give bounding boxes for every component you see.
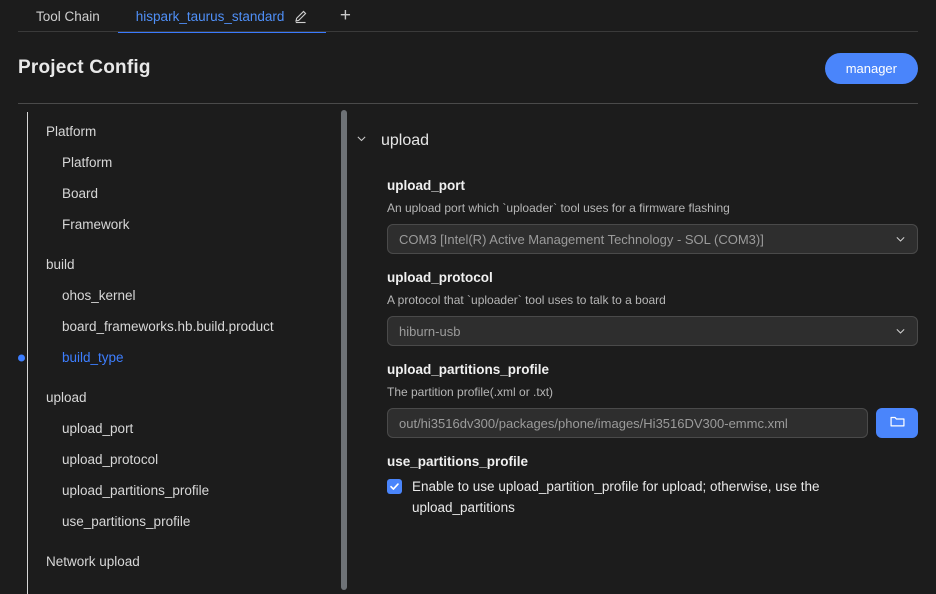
- control-row: hiburn-usb: [387, 316, 918, 346]
- manager-button[interactable]: manager: [825, 53, 918, 84]
- chevron-down-icon: [894, 325, 907, 338]
- section-header-upload[interactable]: upload: [355, 132, 918, 150]
- control-row: [387, 408, 918, 438]
- browse-folder-button[interactable]: [876, 408, 918, 438]
- tab-label: Tool Chain: [36, 9, 100, 24]
- page-header: Project Config manager: [0, 32, 936, 104]
- content-area: Platform Platform Board Framework build ohos_…: [0, 104, 936, 594]
- sidebar-item-label: use_partitions_profile: [62, 514, 190, 529]
- field-label: upload_protocol: [387, 270, 918, 285]
- field-use-partitions-profile: use_partitions_profile Enable to use upl…: [387, 454, 918, 519]
- use-partitions-profile-checkbox[interactable]: [387, 479, 402, 494]
- upload-protocol-select[interactable]: hiburn-usb: [387, 316, 918, 346]
- select-value: hiburn-usb: [399, 324, 460, 339]
- sidebar-item-use-partitions-profile[interactable]: use_partitions_profile: [46, 506, 331, 537]
- sidebar-item-platform[interactable]: Platform: [46, 116, 331, 147]
- add-tab-button[interactable]: +: [326, 0, 364, 32]
- sidebar-item-label: upload: [46, 390, 87, 405]
- sidebar-item-upload-port[interactable]: upload_port: [46, 413, 331, 444]
- field-label: upload_partitions_profile: [387, 362, 918, 377]
- sidebar-item-label: upload_port: [62, 421, 133, 436]
- sidebar-item-label: upload_partitions_profile: [62, 483, 209, 498]
- field-description: A protocol that `uploader` tool uses to …: [387, 293, 918, 307]
- edit-pencil-icon[interactable]: [293, 9, 308, 24]
- field-label: upload_port: [387, 178, 918, 193]
- sidebar-scrollbar[interactable]: [341, 110, 347, 590]
- sidebar-item-board[interactable]: Board: [46, 178, 331, 209]
- field-label: use_partitions_profile: [387, 454, 918, 469]
- selected-marker-dot: [18, 354, 25, 361]
- sidebar-item-label: build_type: [62, 350, 124, 365]
- sidebar-item-board-frameworks-hb-build-product[interactable]: board_frameworks.hb.build.product: [46, 311, 331, 342]
- sidebar-item-network-upload[interactable]: Network upload: [46, 546, 331, 577]
- tab-bar: Tool Chain hispark_taurus_standard +: [0, 0, 936, 32]
- sidebar-item-platform[interactable]: Platform: [46, 147, 331, 178]
- field-upload-port: upload_port An upload port which `upload…: [387, 178, 918, 254]
- page-title: Project Config: [18, 57, 151, 79]
- sidebar-item-label: Board: [62, 186, 98, 201]
- tab-tool-chain[interactable]: Tool Chain: [18, 0, 118, 32]
- folder-icon: [889, 413, 906, 433]
- field-description: An upload port which `uploader` tool use…: [387, 201, 918, 215]
- upload-port-select[interactable]: COM3 [Intel(R) Active Management Technol…: [387, 224, 918, 254]
- config-tree: Platform Platform Board Framework build ohos_…: [0, 116, 355, 577]
- tab-label: hispark_taurus_standard: [136, 9, 285, 24]
- field-description: The partition profile(.xml or .txt): [387, 385, 918, 399]
- sidebar-item-label: Network upload: [46, 554, 140, 569]
- sidebar-item-upload-partitions-profile[interactable]: upload_partitions_profile: [46, 475, 331, 506]
- section-title: upload: [381, 132, 429, 150]
- sidebar-item-label: Platform: [46, 124, 96, 139]
- sidebar-item-label: ohos_kernel: [62, 288, 136, 303]
- field-upload-partitions-profile: upload_partitions_profile The partition …: [387, 362, 918, 438]
- sidebar-item-label: Framework: [62, 217, 130, 232]
- sidebar-item-build[interactable]: build: [46, 249, 331, 280]
- field-upload-protocol: upload_protocol A protocol that `uploade…: [387, 270, 918, 346]
- chevron-down-icon: [894, 233, 907, 246]
- chevron-down-icon: [355, 132, 368, 150]
- sidebar-item-framework[interactable]: Framework: [46, 209, 331, 240]
- config-panel: upload upload_port An upload port which …: [355, 104, 936, 594]
- select-value: COM3 [Intel(R) Active Management Technol…: [399, 232, 764, 247]
- sidebar-item-ohos-kernel[interactable]: ohos_kernel: [46, 280, 331, 311]
- checkbox-label[interactable]: Enable to use upload_partition_profile f…: [412, 477, 899, 519]
- sidebar-item-label: board_frameworks.hb.build.product: [62, 319, 274, 334]
- add-tab-label: +: [340, 5, 351, 27]
- sidebar-item-upload[interactable]: upload: [46, 382, 331, 413]
- fields-list: upload_port An upload port which `upload…: [355, 178, 918, 519]
- sidebar-item-upload-protocol[interactable]: upload_protocol: [46, 444, 331, 475]
- config-tree-sidebar: Platform Platform Board Framework build ohos_…: [0, 104, 355, 594]
- sidebar-item-label: Platform: [62, 155, 112, 170]
- sidebar-item-label: build: [46, 257, 75, 272]
- sidebar-item-build-type[interactable]: build_type: [46, 342, 331, 373]
- control-row: COM3 [Intel(R) Active Management Technol…: [387, 224, 918, 254]
- check-row: Enable to use upload_partition_profile f…: [387, 477, 918, 519]
- tab-hispark-taurus-standard[interactable]: hispark_taurus_standard: [118, 0, 327, 32]
- sidebar-item-label: upload_protocol: [62, 452, 158, 467]
- partitions-profile-input[interactable]: [387, 408, 868, 438]
